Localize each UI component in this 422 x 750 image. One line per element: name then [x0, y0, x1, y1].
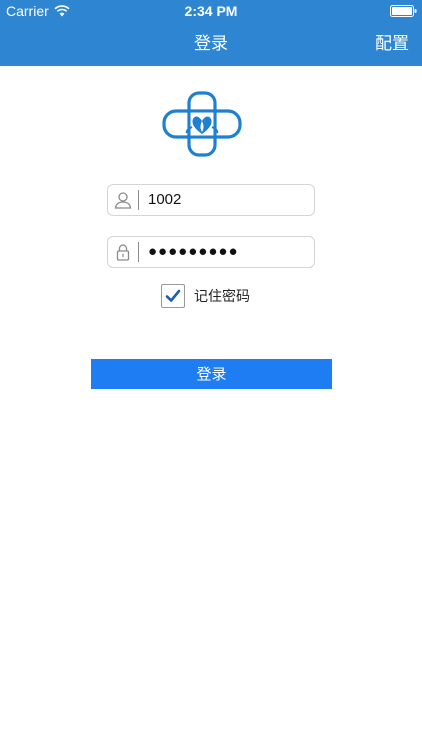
battery-icon [390, 5, 417, 17]
login-screen: Carrier 2:34 PM 登录 配置 1002 ●●●●●●●●● 记住密… [0, 0, 422, 750]
lock-icon [116, 244, 130, 261]
login-button[interactable]: 登录 [91, 359, 332, 389]
remember-password-toggle[interactable]: 记住密码 [161, 284, 250, 308]
status-bar: Carrier 2:34 PM [0, 0, 422, 22]
remember-password-label: 记住密码 [194, 289, 250, 305]
checkmark-icon [165, 289, 181, 302]
field-divider [138, 242, 139, 262]
page-title: 登录 [194, 34, 228, 54]
user-icon [114, 192, 132, 209]
password-field[interactable]: ●●●●●●●●● [107, 236, 315, 268]
nav-bar: 登录 配置 [0, 22, 422, 66]
username-field[interactable]: 1002 [107, 184, 315, 216]
password-input[interactable]: ●●●●●●●●● [148, 237, 308, 267]
remember-checkbox[interactable] [161, 284, 185, 308]
config-button[interactable]: 配置 [375, 22, 409, 66]
medical-cross-logo [162, 91, 242, 157]
username-input[interactable]: 1002 [148, 185, 308, 215]
status-time: 2:34 PM [184, 3, 238, 19]
field-divider [138, 190, 139, 210]
